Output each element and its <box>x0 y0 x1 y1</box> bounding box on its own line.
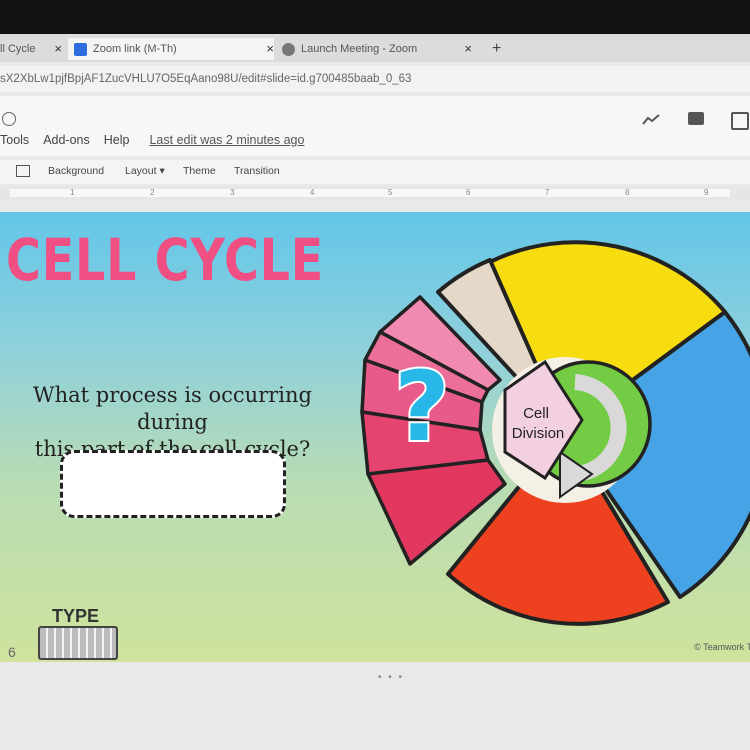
credit-text: © Teamwork Te <box>694 642 750 652</box>
monitor-bezel <box>0 0 750 34</box>
center-label-line1: Cell <box>523 405 549 422</box>
tab-label: Zoom link (M-Th) <box>93 43 177 55</box>
tab-label: Launch Meeting - Zoom <box>301 43 418 55</box>
menu-item-tools[interactable]: Tools <box>0 133 29 147</box>
type-label: TYPE <box>52 606 100 626</box>
center-label-line2: Division <box>512 425 565 442</box>
person-icon <box>74 42 87 56</box>
last-edit-link[interactable]: Last edit was 2 minutes ago <box>149 133 304 147</box>
menu-item-help[interactable]: Help <box>104 133 130 147</box>
comments-icon[interactable] <box>688 112 704 125</box>
ruler-tick: 3 <box>230 188 235 197</box>
ruler-tick: 1 <box>70 188 75 197</box>
browser-tab-bar: ll Cycle × Zoom link (M-Th) × Launch Mee… <box>0 0 750 62</box>
chevron-down-icon: ▾ <box>159 165 165 177</box>
address-bar[interactable]: sX2XbLw1pjfBpjAF1ZucVHLU7O5EqAano98U/edi… <box>0 66 750 92</box>
slide-canvas[interactable]: CELL CYCLE Cell Division ? What process … <box>0 212 750 662</box>
theme-button[interactable]: Theme <box>183 165 216 177</box>
tab-cell-cycle[interactable]: ll Cycle × <box>0 38 62 60</box>
present-icon[interactable] <box>731 112 749 130</box>
ruler: 1 2 3 4 5 6 7 8 9 <box>0 186 750 200</box>
new-tab-button[interactable]: + <box>492 38 501 60</box>
resize-handle-icon[interactable]: • • • <box>378 672 404 683</box>
tab-close-icon[interactable]: × <box>266 41 274 56</box>
globe-icon <box>282 42 295 56</box>
slide-number: 6 <box>8 644 16 660</box>
ruler-tick: 7 <box>545 188 550 197</box>
answer-text-box[interactable] <box>60 450 286 518</box>
app-header <box>0 96 750 156</box>
ruler-tick: 2 <box>150 188 155 197</box>
add-comment-icon[interactable] <box>16 165 30 177</box>
keyboard-icon <box>38 626 118 660</box>
transition-button[interactable]: Transition <box>234 165 280 177</box>
layout-label: Layout <box>125 165 157 177</box>
tab-launch-meeting[interactable]: Launch Meeting - Zoom × <box>282 38 472 60</box>
background-button[interactable]: Background <box>48 165 104 177</box>
speaker-notes-area[interactable] <box>0 662 750 750</box>
cloud-status-icon <box>2 112 16 126</box>
ruler-tick: 4 <box>310 188 315 197</box>
tab-close-icon[interactable]: × <box>464 41 472 56</box>
question-line-1: What process is occurring during <box>33 383 312 434</box>
toolbar: Background Layout ▾ Theme Transition <box>0 160 750 184</box>
question-mark-icon: ? <box>394 351 450 463</box>
screen: ll Cycle × Zoom link (M-Th) × Launch Mee… <box>0 0 750 750</box>
menu-item-addons[interactable]: Add-ons <box>43 133 90 147</box>
menu-bar: Tools Add-ons Help Last edit was 2 minut… <box>0 133 304 147</box>
ruler-tick: 9 <box>704 188 709 197</box>
tab-zoom-link[interactable]: Zoom link (M-Th) × <box>68 38 274 60</box>
ruler-tick: 6 <box>466 188 471 197</box>
activity-trend-icon[interactable] <box>642 112 662 128</box>
layout-button[interactable]: Layout ▾ <box>125 165 165 177</box>
ruler-track <box>10 189 730 197</box>
tab-close-icon[interactable]: × <box>54 41 62 56</box>
ruler-tick: 8 <box>625 188 630 197</box>
tab-label: ll Cycle <box>0 43 36 55</box>
ruler-tick: 5 <box>388 188 393 197</box>
